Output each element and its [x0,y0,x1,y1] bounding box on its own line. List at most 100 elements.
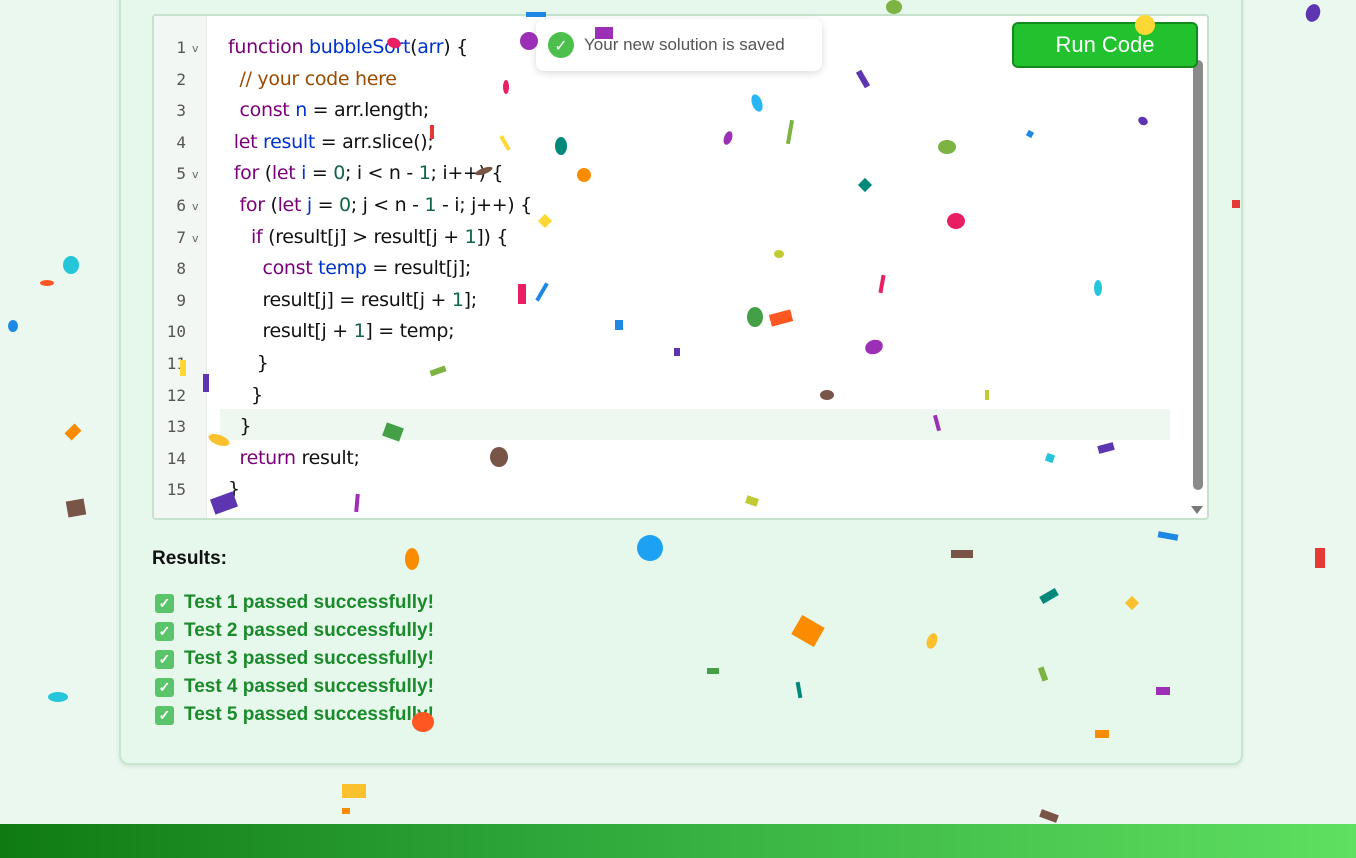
code-line: } [228,415,251,437]
check-mark-icon: ✓ [155,649,174,669]
code-token: ; i < n - [345,162,419,185]
confetti-piece [40,280,54,286]
code-token: // your code here [239,67,397,90]
code-token: = arr.slice(); [314,130,434,153]
result-item: ✓ Test 5 passed successfully! [155,704,434,726]
code-token: const [262,257,319,280]
code-token: - i; j++) { [436,194,532,216]
line-number: 6 [176,196,186,215]
code-token: } [228,415,252,438]
code-token: ; j < n - [350,194,425,216]
editor-scrollbar[interactable] [1193,60,1203,490]
line-number: 15 [166,480,186,500]
code-line: for (let i = 0; i < n - 1; i++) { [228,162,504,185]
code-token: arr [417,36,444,58]
result-text: Test 4 passed successfully! [184,676,434,697]
result-item: ✓ Test 3 passed successfully! [155,648,434,670]
result-text: Test 1 passed successfully! [184,592,434,613]
code-token: 1 [418,162,431,185]
result-item: ✓ Test 4 passed successfully! [155,676,434,698]
line-number: 10 [166,322,186,342]
code-token: result [263,130,315,153]
code-token: bubbleSort [308,36,411,58]
code-token: for [239,194,271,216]
confetti-piece [65,498,87,518]
scroll-down-arrow-icon[interactable] [1191,506,1203,514]
code-token: 1 [464,225,477,248]
confetti-piece [1039,809,1059,823]
code-token: ] = temp; [365,320,455,343]
code-token: 1 [424,194,437,216]
check-mark-icon: ✓ [155,621,174,641]
code-line: result[j + 1] = temp; [228,320,454,342]
fold-chevron-icon[interactable]: v [192,42,199,55]
code-token: return [239,446,302,469]
code-line: const n = arr.length; [228,99,429,121]
confetti-piece [1315,548,1325,568]
toast-message: Your new solution is saved [584,35,785,54]
code-line: } [228,384,263,406]
code-token: ( [264,162,272,185]
line-number-gutter: 1 v 2 3 4 5 v 6 v 7 v 8 9 10 11 12 13 14 15 [154,16,207,518]
code-token: } [228,478,240,501]
code-token: ]; [463,288,478,311]
code-line: const temp = result[j]; [228,257,471,279]
fold-chevron-icon[interactable]: v [192,168,199,181]
line-number: 3 [176,101,186,121]
result-text: Test 2 passed successfully! [184,620,434,641]
line-number: 9 [176,290,186,310]
line-number: 12 [166,385,186,405]
confetti-piece [8,320,18,332]
code-token: 1 [451,288,464,311]
code-token: let [271,162,302,185]
active-line-highlight [220,409,1170,440]
run-code-button[interactable]: Run Code [1012,22,1198,68]
result-text: Test 5 passed successfully! [184,704,434,725]
code-token: const [239,99,296,122]
saved-toast: ✓ Your new solution is saved [536,19,822,71]
line-number: 13 [166,417,186,437]
results-title: Results: [152,548,227,569]
code-token: 1 [353,320,366,343]
code-line: let result = arr.slice(); [228,131,434,153]
code-token: ( [270,194,278,216]
code-token: temp [318,257,367,280]
check-circle-icon: ✓ [548,32,574,58]
code-token: } [228,352,269,374]
line-number: 14 [166,448,186,468]
footer-bar [0,824,1356,858]
code-line: for (let j = 0; j < n - 1 - i; j++) { [228,194,532,216]
line-number: 5 [176,164,186,184]
line-number: 4 [176,132,186,152]
confetti-piece [342,784,366,798]
line-number: 1 [176,38,186,57]
code-token: result; [301,446,360,469]
code-token: let [233,130,264,153]
code-editor[interactable]: 1 v 2 3 4 5 v 6 v 7 v 8 9 10 11 12 13 14 15 function bubbl… [152,14,1209,520]
code-token: ; i++) { [430,162,504,185]
code-token: = [311,194,339,216]
line-number: 8 [176,259,186,279]
check-mark-icon: ✓ [155,705,174,725]
result-item: ✓ Test 2 passed successfully! [155,620,434,642]
code-token: n [295,99,307,122]
fold-chevron-icon[interactable]: v [192,200,199,213]
code-line: function bubbleSort(arr) { [228,36,468,58]
fold-chevron-icon[interactable]: v [192,232,199,245]
code-token: result[j] = result[j + [262,288,452,311]
line-number: 7 [176,227,186,247]
code-line: return result; [228,446,360,469]
result-text: Test 3 passed successfully! [184,648,434,669]
confetti-piece [1303,2,1323,24]
code-token: function [228,36,309,58]
code-token: ]) { [476,225,509,248]
confetti-piece [48,692,68,702]
result-item: ✓ Test 1 passed successfully! [155,592,434,614]
code-token: for [233,162,265,185]
code-token: result[j + [262,320,354,343]
